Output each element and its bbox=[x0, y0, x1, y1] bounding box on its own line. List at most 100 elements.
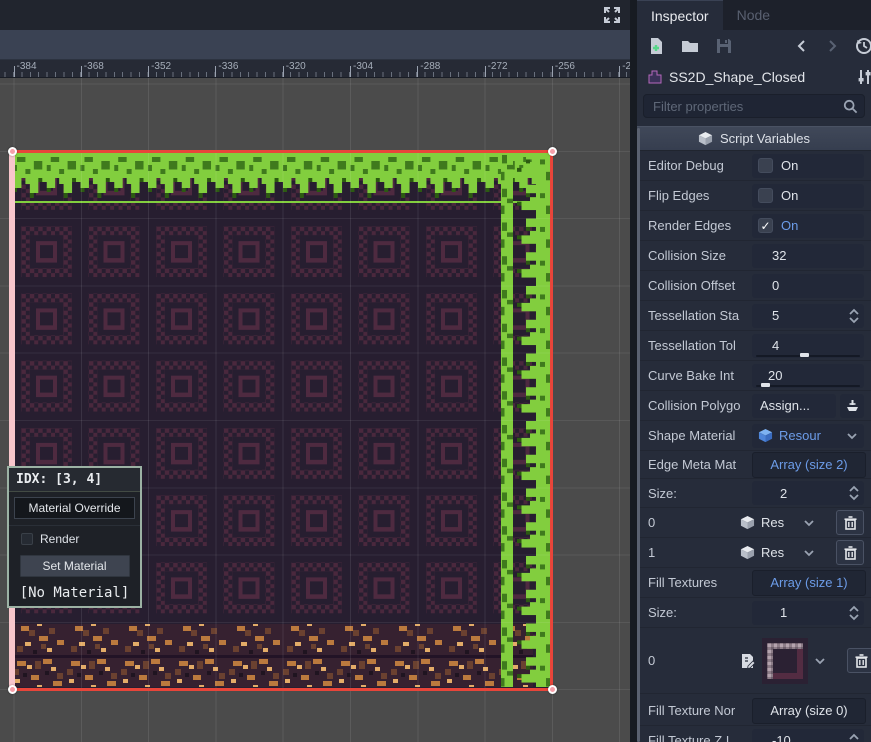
viewport-canvas[interactable]: IDX: [3, 4] Material Override Render Set… bbox=[0, 78, 630, 742]
slider-grabber[interactable] bbox=[761, 383, 770, 387]
vertex-handle-bottom-right[interactable] bbox=[548, 685, 557, 694]
slider-track[interactable] bbox=[756, 385, 860, 387]
filter-properties-input[interactable] bbox=[644, 95, 864, 117]
property-label: Fill Textures bbox=[648, 575, 752, 590]
vertex-handle-top-left[interactable] bbox=[8, 147, 17, 156]
field-value: 32 bbox=[772, 248, 786, 263]
shape-edge-right[interactable] bbox=[550, 150, 553, 690]
flip-edges-checkbox[interactable] bbox=[758, 188, 773, 203]
spinner-icon[interactable] bbox=[848, 733, 860, 742]
tessellation-tolerance-field[interactable]: 4 bbox=[752, 334, 864, 358]
property-collision-size: Collision Size 32 bbox=[637, 241, 871, 271]
edge-meta-array-button[interactable]: Array (size 2) bbox=[752, 452, 866, 478]
collision-offset-field[interactable]: 0 bbox=[752, 274, 864, 298]
tessellation-stages-field[interactable]: 5 bbox=[752, 304, 864, 328]
material-override-button[interactable]: Material Override bbox=[14, 497, 135, 519]
fill-texture-thumbnail[interactable] bbox=[762, 638, 808, 684]
ruler-major-tick bbox=[148, 66, 149, 77]
history-forward-icon[interactable] bbox=[825, 37, 839, 55]
ruler-major-tick bbox=[619, 66, 620, 77]
field-value: 2 bbox=[780, 486, 787, 501]
inspector-dock: Inspector Node bbox=[637, 0, 871, 742]
ruler-label: -272 bbox=[488, 61, 508, 72]
editor-debug-checkbox[interactable] bbox=[758, 158, 773, 173]
property-label: Shape Material bbox=[648, 428, 752, 443]
trash-icon bbox=[844, 546, 857, 560]
vertex-handle-top-right[interactable] bbox=[548, 147, 557, 156]
save-resource-icon[interactable] bbox=[715, 37, 733, 55]
property-curve-bake-interval: Curve Bake Int 20 bbox=[637, 361, 871, 391]
dock-splitter[interactable] bbox=[630, 0, 637, 742]
delete-item-button[interactable] bbox=[847, 648, 871, 673]
property-label: Tessellation Sta bbox=[648, 308, 752, 323]
fill-texture-z-index-field[interactable]: -10 bbox=[752, 729, 864, 742]
chevron-down-icon[interactable] bbox=[803, 547, 815, 559]
delete-item-button[interactable] bbox=[836, 540, 864, 565]
collision-size-field[interactable]: 32 bbox=[752, 244, 864, 268]
assign-picker-button[interactable] bbox=[840, 394, 864, 418]
assign-button[interactable]: Assign... bbox=[752, 394, 836, 418]
tab-node[interactable]: Node bbox=[723, 0, 784, 30]
resource-name[interactable]: Res bbox=[761, 515, 784, 530]
ruler-label: -240 bbox=[622, 61, 630, 72]
chevron-down-icon[interactable] bbox=[814, 655, 826, 667]
object-history-icon[interactable] bbox=[855, 37, 871, 55]
shape-material-field[interactable]: Resour bbox=[752, 424, 864, 448]
ruler-major-tick bbox=[14, 66, 15, 77]
ruler-label: -304 bbox=[353, 61, 373, 72]
chevron-down-icon[interactable] bbox=[846, 430, 858, 442]
spinner-icon[interactable] bbox=[848, 605, 860, 621]
trash-icon bbox=[855, 654, 868, 668]
tab-inspector[interactable]: Inspector bbox=[637, 0, 723, 30]
ruler-major-tick bbox=[81, 66, 82, 77]
edited-object-row[interactable]: SS2D_Shape_Closed bbox=[637, 62, 871, 92]
load-resource-icon[interactable] bbox=[681, 37, 699, 55]
history-back-icon[interactable] bbox=[795, 37, 809, 55]
property-fill-textures: Fill Textures Array (size 1) bbox=[637, 568, 871, 598]
fill-texture-normals-array-button[interactable]: Array (size 0) bbox=[752, 698, 866, 724]
expand-icon[interactable] bbox=[602, 5, 622, 25]
property-collision-polygon: Collision Polygo Assign... bbox=[637, 391, 871, 421]
shape-edge-left-selected[interactable] bbox=[9, 151, 15, 689]
spinner-icon[interactable] bbox=[848, 308, 860, 324]
godot-editor: -384-368-352-336-320-304-288-272-256-240 bbox=[0, 0, 871, 742]
shape-edge-bottom[interactable] bbox=[13, 688, 553, 691]
fill-textures-size-field[interactable]: 1 bbox=[752, 601, 864, 625]
property-tessellation-tolerance: Tessellation Tol 4 bbox=[637, 331, 871, 361]
property-label: Collision Size bbox=[648, 248, 752, 263]
ss2d-shape[interactable] bbox=[13, 151, 553, 690]
edit-texture-icon[interactable] bbox=[740, 653, 756, 669]
property-fill-texture-z-index: Fill Texture Z I -10 bbox=[637, 726, 871, 742]
render-edges-checkbox[interactable]: ✓ bbox=[758, 218, 773, 233]
delete-item-button[interactable] bbox=[836, 510, 864, 535]
item-index: 0 bbox=[648, 515, 740, 530]
grass-edge-top bbox=[13, 153, 553, 203]
chevron-down-icon[interactable] bbox=[803, 517, 815, 529]
edge-meta-size-field[interactable]: 2 bbox=[752, 481, 864, 505]
set-material-button[interactable]: Set Material bbox=[20, 555, 130, 577]
property-label: Fill Texture Nor bbox=[648, 703, 752, 718]
render-checkbox[interactable] bbox=[21, 533, 33, 545]
spinner-icon[interactable] bbox=[848, 485, 860, 501]
object-tools-icon[interactable] bbox=[856, 68, 871, 86]
resource-name[interactable]: Res bbox=[761, 545, 784, 560]
resource-icon bbox=[740, 515, 755, 530]
inspector-scrollbar[interactable] bbox=[637, 128, 640, 742]
array-size-label: Array (size 0) bbox=[770, 703, 847, 718]
ruler-major-tick bbox=[552, 66, 553, 77]
size-label: Size: bbox=[648, 486, 752, 501]
curve-bake-interval-field[interactable]: 20 bbox=[752, 364, 864, 388]
paint-bucket-icon bbox=[845, 398, 860, 413]
shape-edge-top[interactable] bbox=[13, 150, 554, 153]
render-checkbox-label: Render bbox=[40, 532, 79, 546]
vertex-handle-bottom-left[interactable] bbox=[8, 685, 17, 694]
slider-grabber[interactable] bbox=[800, 353, 809, 357]
fill-textures-array-button[interactable]: Array (size 1) bbox=[752, 570, 866, 596]
category-script-variables[interactable]: Script Variables bbox=[637, 126, 871, 151]
viewport-column: -384-368-352-336-320-304-288-272-256-240 bbox=[0, 0, 630, 742]
slider-track[interactable] bbox=[756, 355, 860, 357]
property-label: Collision Polygo bbox=[648, 398, 752, 413]
new-resource-icon[interactable] bbox=[647, 37, 665, 55]
property-tessellation-stages: Tessellation Sta 5 bbox=[637, 301, 871, 331]
property-label: Flip Edges bbox=[648, 188, 752, 203]
